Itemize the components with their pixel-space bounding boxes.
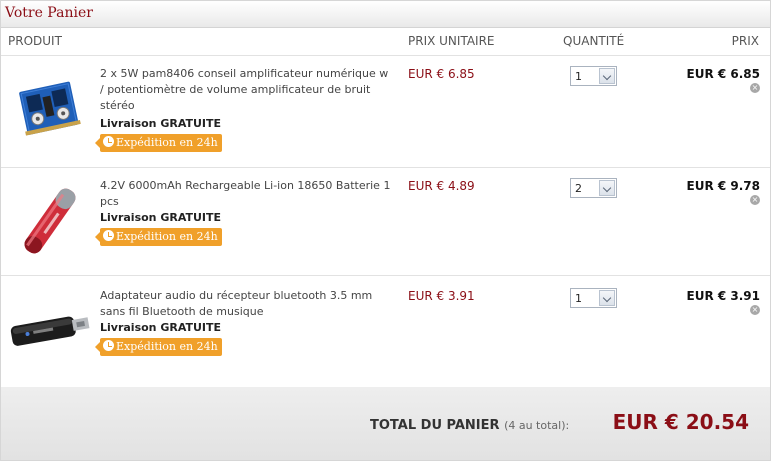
product-image-amplifier[interactable]	[7, 66, 93, 152]
quantity-select[interactable]: 1	[570, 288, 617, 308]
unit-price: EUR € 3.91	[408, 289, 475, 303]
remove-item-icon[interactable]: ×	[750, 195, 760, 205]
column-header-product: PRODUIT	[8, 34, 62, 48]
line-price: EUR € 3.91	[686, 289, 761, 303]
cart-total-value: EUR € 20.54	[612, 410, 749, 434]
quantity-value: 1	[575, 292, 582, 305]
product-name[interactable]: Adaptateur audio du récepteur bluetooth …	[100, 288, 395, 320]
shipping-label: Livraison GRATUITE	[100, 117, 222, 130]
shopping-cart: Votre Panier PRODUIT PRIX UNITAIRE QUANT…	[0, 0, 771, 461]
cart-title: Votre Panier	[1, 1, 770, 28]
quantity-value: 1	[575, 70, 582, 83]
cart-item-row: Adaptateur audio du récepteur bluetooth …	[1, 276, 770, 387]
chevron-down-icon[interactable]	[599, 68, 615, 84]
cart-item-count: (4 au total):	[504, 419, 570, 432]
product-name[interactable]: 4.2V 6000mAh Rechargeable Li-ion 18650 B…	[100, 178, 395, 210]
shipping-badge: Expédition en 24h	[95, 338, 222, 356]
clock-icon	[103, 136, 114, 147]
chevron-down-icon[interactable]	[599, 180, 615, 196]
product-image-battery[interactable]	[7, 178, 93, 264]
cart-total-label: TOTAL DU PANIER (4 au total):	[370, 418, 569, 433]
unit-price: EUR € 6.85	[408, 67, 475, 81]
unit-price: EUR € 4.89	[408, 179, 475, 193]
quantity-select[interactable]: 2	[570, 178, 617, 198]
chevron-down-icon[interactable]	[599, 290, 615, 306]
column-header-quantity: QUANTITÉ	[563, 34, 625, 48]
product-image-bluetooth[interactable]	[7, 286, 93, 372]
product-name[interactable]: 2 x 5W pam8406 conseil amplificateur num…	[100, 66, 395, 114]
shipping-badge-label: Expédition en 24h	[116, 230, 218, 243]
line-price: EUR € 9.78	[686, 179, 761, 193]
cart-item-row: 2 x 5W pam8406 conseil amplificateur num…	[1, 56, 770, 168]
shipping-label: Livraison GRATUITE	[100, 321, 222, 334]
shipping-badge-label: Expédition en 24h	[116, 340, 218, 353]
shipping-badge: Expédition en 24h	[95, 134, 222, 152]
shipping-badge: Expédition en 24h	[95, 228, 222, 246]
remove-item-icon[interactable]: ×	[750, 83, 760, 93]
cart-total-title: TOTAL DU PANIER	[370, 418, 500, 433]
quantity-value: 2	[575, 182, 582, 195]
clock-icon	[103, 340, 114, 351]
quantity-select[interactable]: 1	[570, 66, 617, 86]
remove-item-icon[interactable]: ×	[750, 305, 760, 315]
column-header-unit-price: PRIX UNITAIRE	[408, 34, 495, 48]
column-header-price: PRIX	[731, 34, 759, 48]
line-price: EUR € 6.85	[686, 67, 761, 81]
shipping-badge-label: Expédition en 24h	[116, 136, 218, 149]
clock-icon	[103, 230, 114, 241]
shipping-label: Livraison GRATUITE	[100, 211, 222, 224]
cart-item-row: 4.2V 6000mAh Rechargeable Li-ion 18650 B…	[1, 168, 770, 276]
